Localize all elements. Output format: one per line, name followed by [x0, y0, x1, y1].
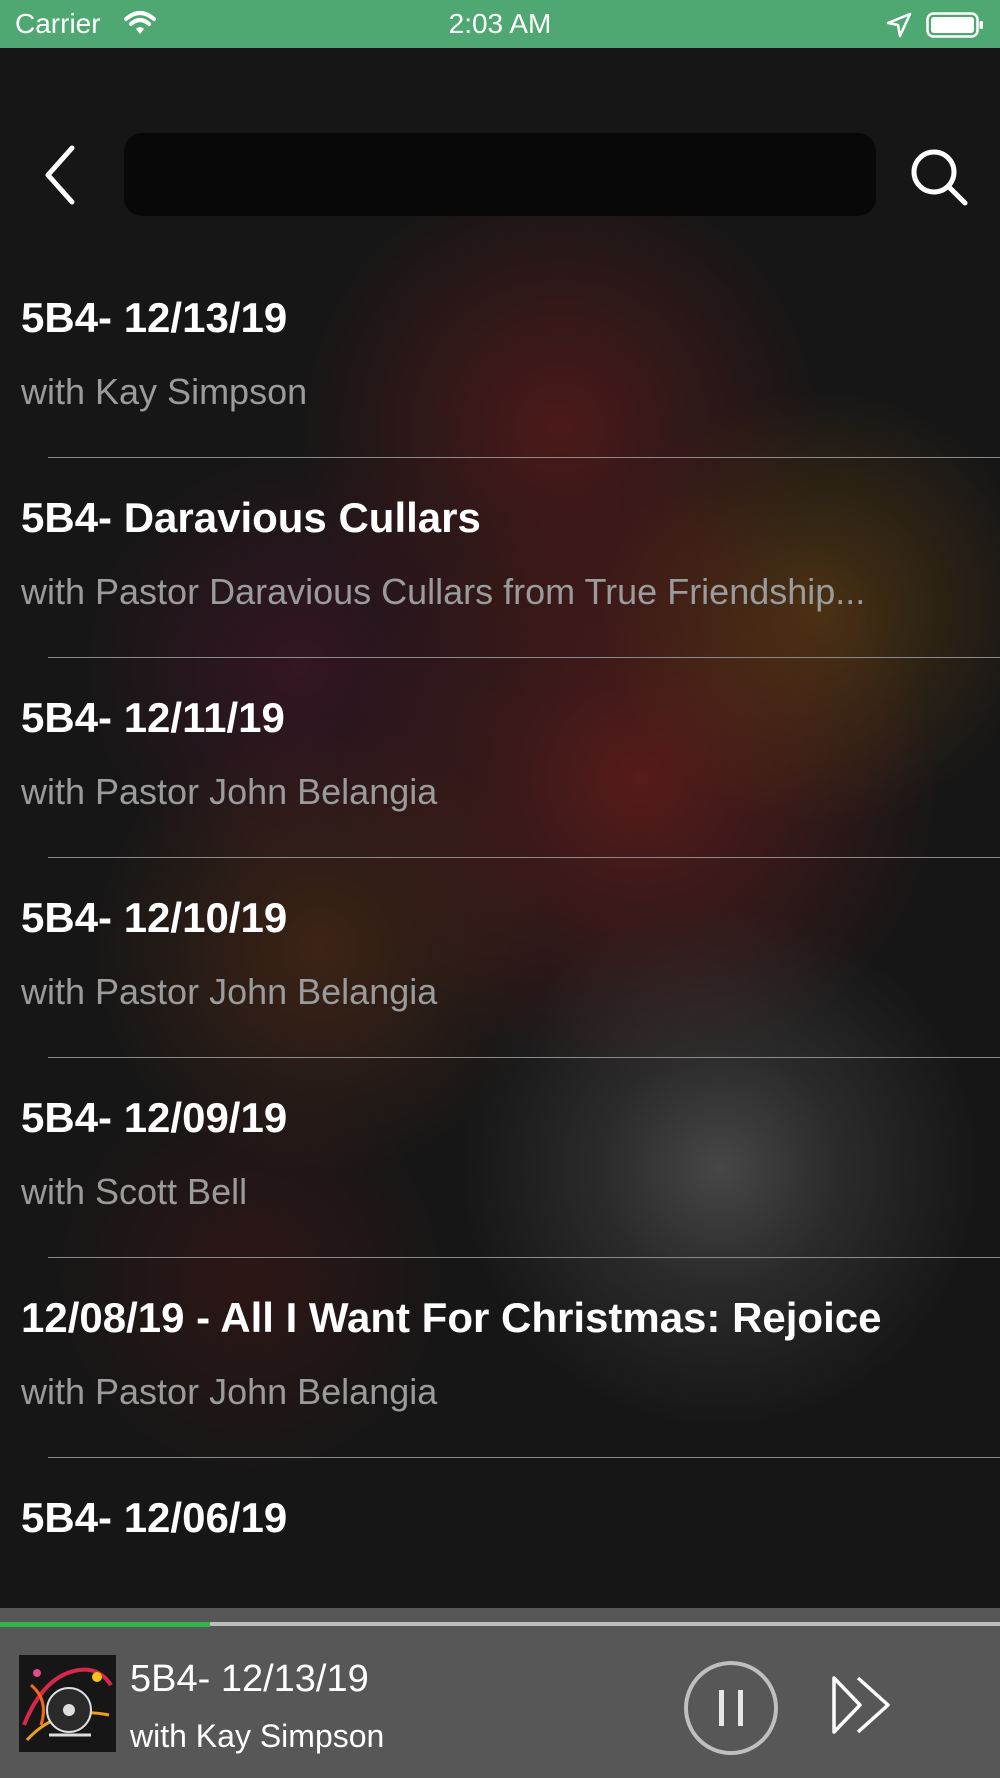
episode-title: 12/08/19 - All I Want For Christmas: Rej…: [21, 1294, 882, 1341]
status-time: 2:03 AM: [448, 8, 552, 39]
episode-title: 5B4- 12/09/19: [21, 1094, 288, 1141]
now-playing-title: 5B4- 12/13/19: [130, 1658, 369, 1700]
search-button[interactable]: [904, 142, 974, 212]
episode-subtitle: with Kay Simpson: [21, 371, 308, 412]
episode-subtitle: with Scott Bell: [21, 1171, 248, 1212]
episode-subtitle: with Pastor Daravious Cullars from True …: [21, 571, 866, 612]
episode-row[interactable]: 12/08/19 - All I Want For Christmas: Rej…: [0, 1258, 1000, 1458]
status-bar: Carrier 2:03 AM: [0, 0, 1000, 48]
artwork-image: [19, 1655, 116, 1752]
progress-fill: [0, 1622, 210, 1627]
episode-subtitle: with Pastor John Belangia: [21, 771, 438, 812]
episode-subtitle: with Pastor John Belangia: [21, 971, 438, 1012]
chevron-left-icon: [45, 145, 75, 205]
magnifier-icon: [911, 149, 968, 206]
episode-row[interactable]: 5B4- 12/11/19 with Pastor John Belangia: [0, 658, 1000, 858]
episode-subtitle: with Pastor John Belangia: [21, 1371, 438, 1412]
search-input[interactable]: [124, 133, 876, 216]
fast-forward-button[interactable]: [828, 1672, 894, 1738]
album-artwork: [19, 1655, 116, 1752]
episode-title: 5B4- Daravious Cullars: [21, 494, 481, 541]
episode-title: 5B4- 12/13/19: [21, 294, 288, 341]
episode-row[interactable]: 5B4- 12/09/19 with Scott Bell: [0, 1058, 1000, 1258]
location-arrow-icon: [886, 12, 912, 38]
episode-row[interactable]: 5B4- 12/10/19 with Pastor John Belangia: [0, 858, 1000, 1058]
episode-title: 5B4- 12/10/19: [21, 894, 288, 941]
mini-player[interactable]: 5B4- 12/13/19 with Kay Simpson: [0, 1608, 1000, 1778]
episode-title: 5B4- 12/06/19: [21, 1494, 288, 1541]
episode-row[interactable]: 5B4- Daravious Cullars with Pastor Darav…: [0, 458, 1000, 658]
fast-forward-icon: [832, 1676, 890, 1734]
episode-row[interactable]: 5B4- 12/13/19 with Kay Simpson: [0, 258, 1000, 458]
episode-list: 5B4- 12/13/19 with Kay Simpson 5B4- Dara…: [0, 258, 1000, 1608]
now-playing-subtitle: with Kay Simpson: [130, 1718, 385, 1754]
back-button[interactable]: [36, 140, 86, 210]
episode-title: 5B4- 12/11/19: [21, 694, 285, 741]
pause-button[interactable]: [683, 1660, 779, 1756]
episode-row[interactable]: 5B4- 12/06/19: [0, 1458, 1000, 1608]
battery-icon: [926, 12, 983, 38]
pause-icon: [684, 1661, 778, 1755]
